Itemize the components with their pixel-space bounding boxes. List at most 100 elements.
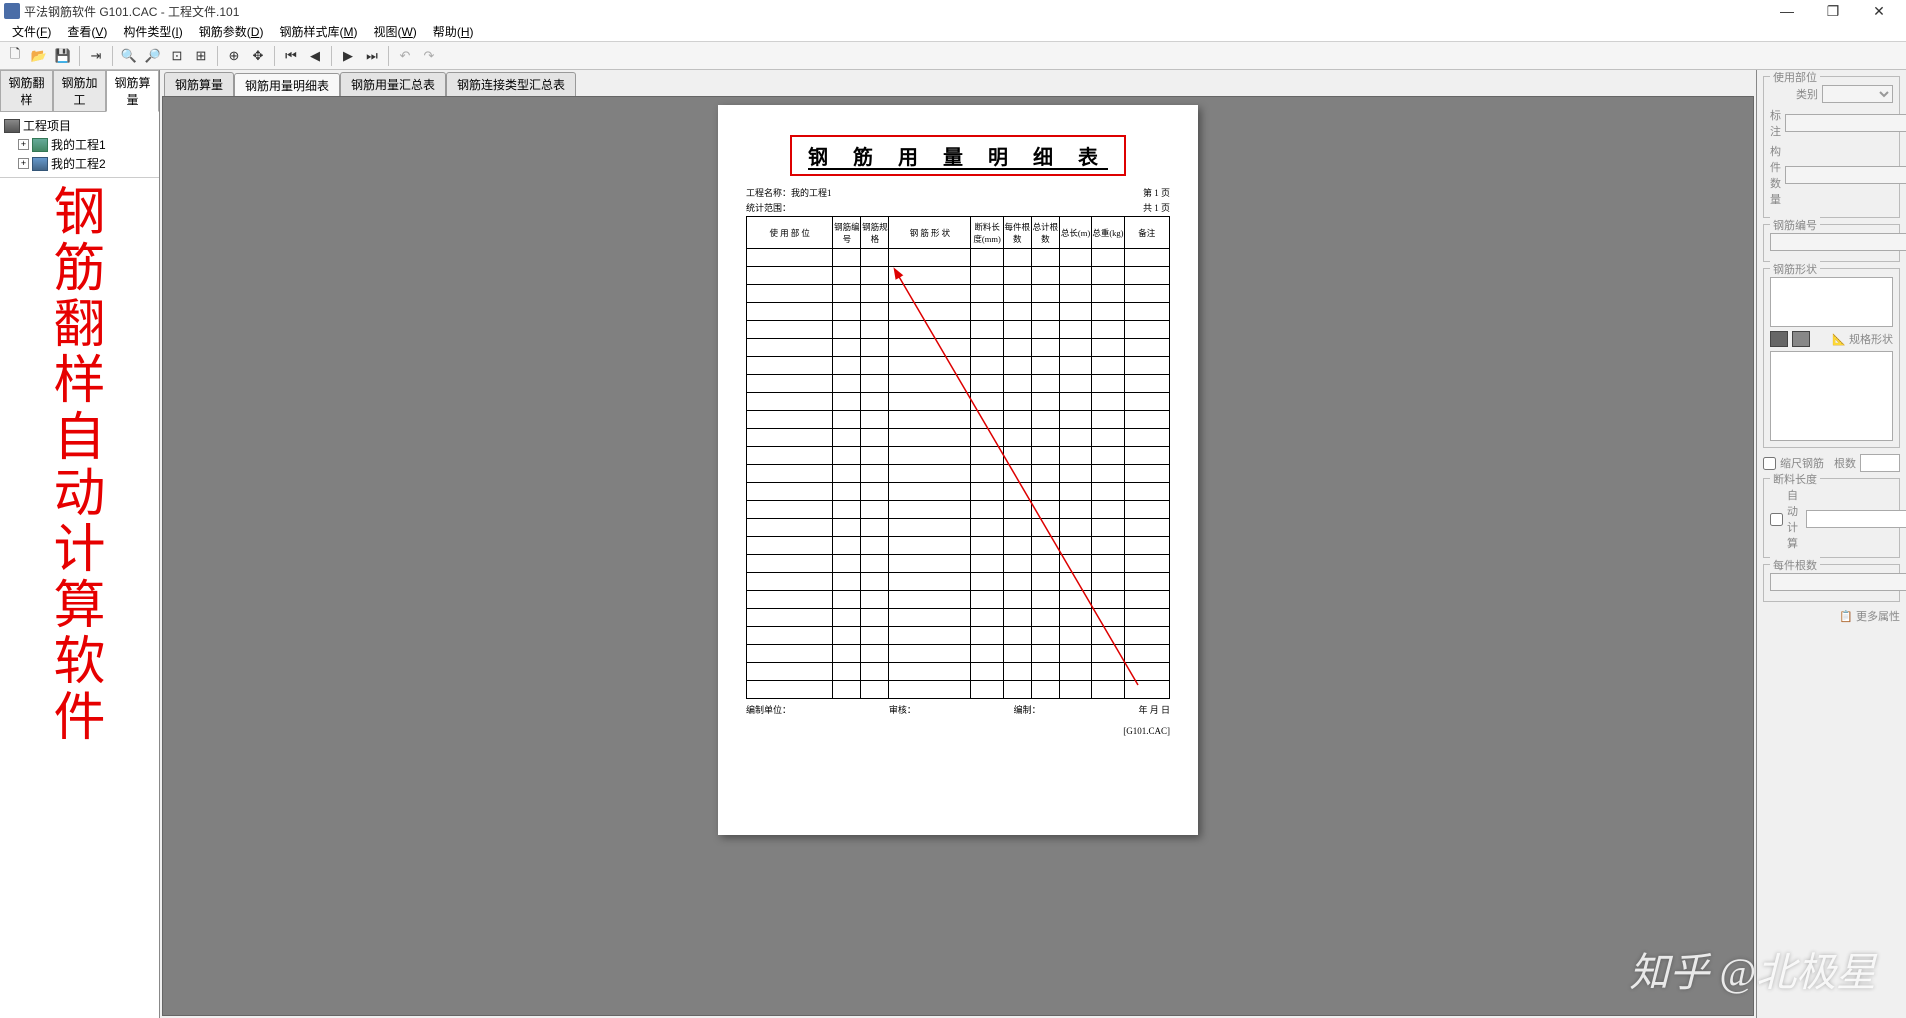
label-root-count: 根数	[1834, 455, 1856, 471]
shape-color-1[interactable]	[1770, 331, 1788, 347]
right-panel: 使用部位 类别 标注 构件数量 钢筋编号 钢筋形状	[1756, 70, 1906, 1018]
sidebar-bigtext: 钢 筋 翻 样 自 动 计 算 软 件	[0, 178, 159, 1018]
tab-summary[interactable]: 钢筋用量汇总表	[340, 72, 446, 96]
col-shape: 钢 筋 形 状	[889, 217, 971, 249]
col-remark: 备注	[1124, 217, 1169, 249]
tree-root[interactable]: 工程项目	[4, 116, 155, 135]
maximize-button[interactable]: ❐	[1810, 0, 1856, 22]
table-row	[747, 393, 1170, 411]
table-row	[747, 285, 1170, 303]
save-icon[interactable]: 💾	[52, 45, 74, 67]
zoom-actual-icon[interactable]: ⊞	[190, 45, 212, 67]
group-usage: 使用部位 类别 标注 构件数量	[1763, 76, 1900, 218]
expand-icon[interactable]: +	[18, 139, 29, 150]
separator	[112, 46, 113, 66]
separator	[274, 46, 275, 66]
label-scale: 缩尺钢筋	[1780, 455, 1824, 471]
main-area: 钢筋翻样 钢筋加工 钢筋算量 工程项目 + 我的工程1 + 我的工程2 钢 筋 …	[0, 70, 1906, 1018]
input-annotation[interactable]	[1785, 114, 1906, 132]
page-last-icon[interactable]: ⏭	[361, 45, 383, 67]
page-next-icon[interactable]: ▶	[337, 45, 359, 67]
select-category[interactable]	[1822, 85, 1893, 103]
tab-joint-summary[interactable]: 钢筋连接类型汇总表	[446, 72, 576, 96]
menubar: 文件(F) 查看(V) 构件类型(I) 钢筋参数(D) 钢筋样式库(M) 视图(…	[0, 22, 1906, 42]
report-footer: 编制单位： 审核： 编制： 年 月 日	[746, 703, 1170, 716]
app-icon	[4, 3, 20, 19]
input-component-count[interactable]	[1785, 166, 1906, 184]
report-page: 钢 筋 用 量 明 细 表 工程名称：我的工程1 第 1 页 统计范围： 共 1…	[718, 105, 1198, 835]
spec-shape-link[interactable]: 📐 规格形状	[1832, 331, 1893, 347]
table-row	[747, 357, 1170, 375]
input-rebar-number[interactable]	[1770, 233, 1906, 251]
checkbox-autocalc[interactable]	[1770, 513, 1783, 526]
col-totallen: 总长(m)	[1059, 217, 1091, 249]
page-first-icon[interactable]: ⏮	[280, 45, 302, 67]
report-header-row2: 统计范围： 共 1 页	[746, 201, 1170, 214]
col-perroot: 每件根数	[1003, 217, 1031, 249]
tree-item-project1[interactable]: + 我的工程1	[4, 135, 155, 154]
zoom-fit-icon[interactable]: ⊡	[166, 45, 188, 67]
close-button[interactable]: ✕	[1856, 0, 1902, 22]
menu-view[interactable]: 查看(V)	[59, 23, 115, 40]
tab-detail[interactable]: 钢筋用量明细表	[234, 73, 340, 97]
left-panel: 钢筋翻样 钢筋加工 钢筋算量 工程项目 + 我的工程1 + 我的工程2 钢 筋 …	[0, 70, 160, 1018]
menu-rebar-params[interactable]: 钢筋参数(D)	[191, 23, 272, 40]
folder-icon	[4, 119, 20, 133]
project-icon	[32, 138, 48, 152]
zoom-in-icon[interactable]: 🔍	[118, 45, 140, 67]
menu-rebar-library[interactable]: 钢筋样式库(M)	[271, 23, 365, 40]
menu-file[interactable]: 文件(F)	[4, 23, 59, 40]
table-row	[747, 501, 1170, 519]
col-totalroot: 总计根数	[1031, 217, 1059, 249]
shape-preview-small	[1770, 277, 1893, 327]
new-icon[interactable]: 🗋	[4, 45, 26, 67]
shape-color-2[interactable]	[1792, 331, 1810, 347]
report-footer2: [G101.CAC]	[746, 726, 1170, 736]
menu-help[interactable]: 帮助(H)	[425, 23, 482, 40]
table-row	[747, 663, 1170, 681]
table-row	[747, 303, 1170, 321]
pan-icon[interactable]: ✥	[247, 45, 269, 67]
expand-icon[interactable]: +	[18, 158, 29, 169]
table-row	[747, 645, 1170, 663]
table-row	[747, 591, 1170, 609]
col-spec: 钢筋规格	[861, 217, 889, 249]
col-position: 使 用 部 位	[747, 217, 833, 249]
open-icon[interactable]: 📂	[28, 45, 50, 67]
zoom-window-icon[interactable]: ⊕	[223, 45, 245, 67]
input-cut-length[interactable]	[1806, 510, 1906, 528]
window-title: 平法钢筋软件 G101.CAC - 工程文件.101	[24, 3, 1764, 20]
export-icon[interactable]: ⇥	[85, 45, 107, 67]
tree-item-label: 我的工程2	[51, 155, 106, 172]
table-row	[747, 681, 1170, 699]
table-row	[747, 447, 1170, 465]
project-tree: 工程项目 + 我的工程1 + 我的工程2	[0, 112, 159, 178]
preview-canvas[interactable]: 钢 筋 用 量 明 细 表 工程名称：我的工程1 第 1 页 统计范围： 共 1…	[162, 96, 1754, 1016]
left-tab-suanliang[interactable]: 钢筋算量	[106, 70, 159, 112]
zoom-out-icon[interactable]: 🔎	[142, 45, 164, 67]
checkbox-scale[interactable]	[1763, 457, 1776, 470]
report-table: 使 用 部 位 钢筋编号 钢筋规格 钢 筋 形 状 断料长度(mm) 每件根数 …	[746, 216, 1170, 699]
minimize-button[interactable]: —	[1764, 0, 1810, 22]
col-totalwt: 总重(kg)	[1092, 217, 1124, 249]
tree-item-project2[interactable]: + 我的工程2	[4, 154, 155, 173]
redo-icon[interactable]: ↷	[418, 45, 440, 67]
document-tabs: 钢筋算量 钢筋用量明细表 钢筋用量汇总表 钢筋连接类型汇总表	[160, 70, 1756, 96]
label-category: 类别	[1770, 86, 1818, 102]
page-prev-icon[interactable]: ◀	[304, 45, 326, 67]
left-tab-fanyang[interactable]: 钢筋翻样	[0, 70, 53, 112]
separator	[388, 46, 389, 66]
input-root-count[interactable]	[1860, 454, 1900, 472]
menu-window[interactable]: 视图(W)	[365, 23, 424, 40]
left-tab-jiagong[interactable]: 钢筋加工	[53, 70, 106, 112]
more-props-link[interactable]: 📋 更多属性	[1763, 608, 1900, 624]
tab-suanliang[interactable]: 钢筋算量	[164, 72, 234, 96]
table-row	[747, 375, 1170, 393]
menu-component-type[interactable]: 构件类型(I)	[115, 23, 190, 40]
row-category: 类别	[1770, 85, 1893, 103]
undo-icon[interactable]: ↶	[394, 45, 416, 67]
table-row	[747, 573, 1170, 591]
input-per-roots[interactable]	[1770, 573, 1906, 591]
table-row	[747, 267, 1170, 285]
report-title-box: 钢 筋 用 量 明 细 表	[790, 135, 1126, 176]
